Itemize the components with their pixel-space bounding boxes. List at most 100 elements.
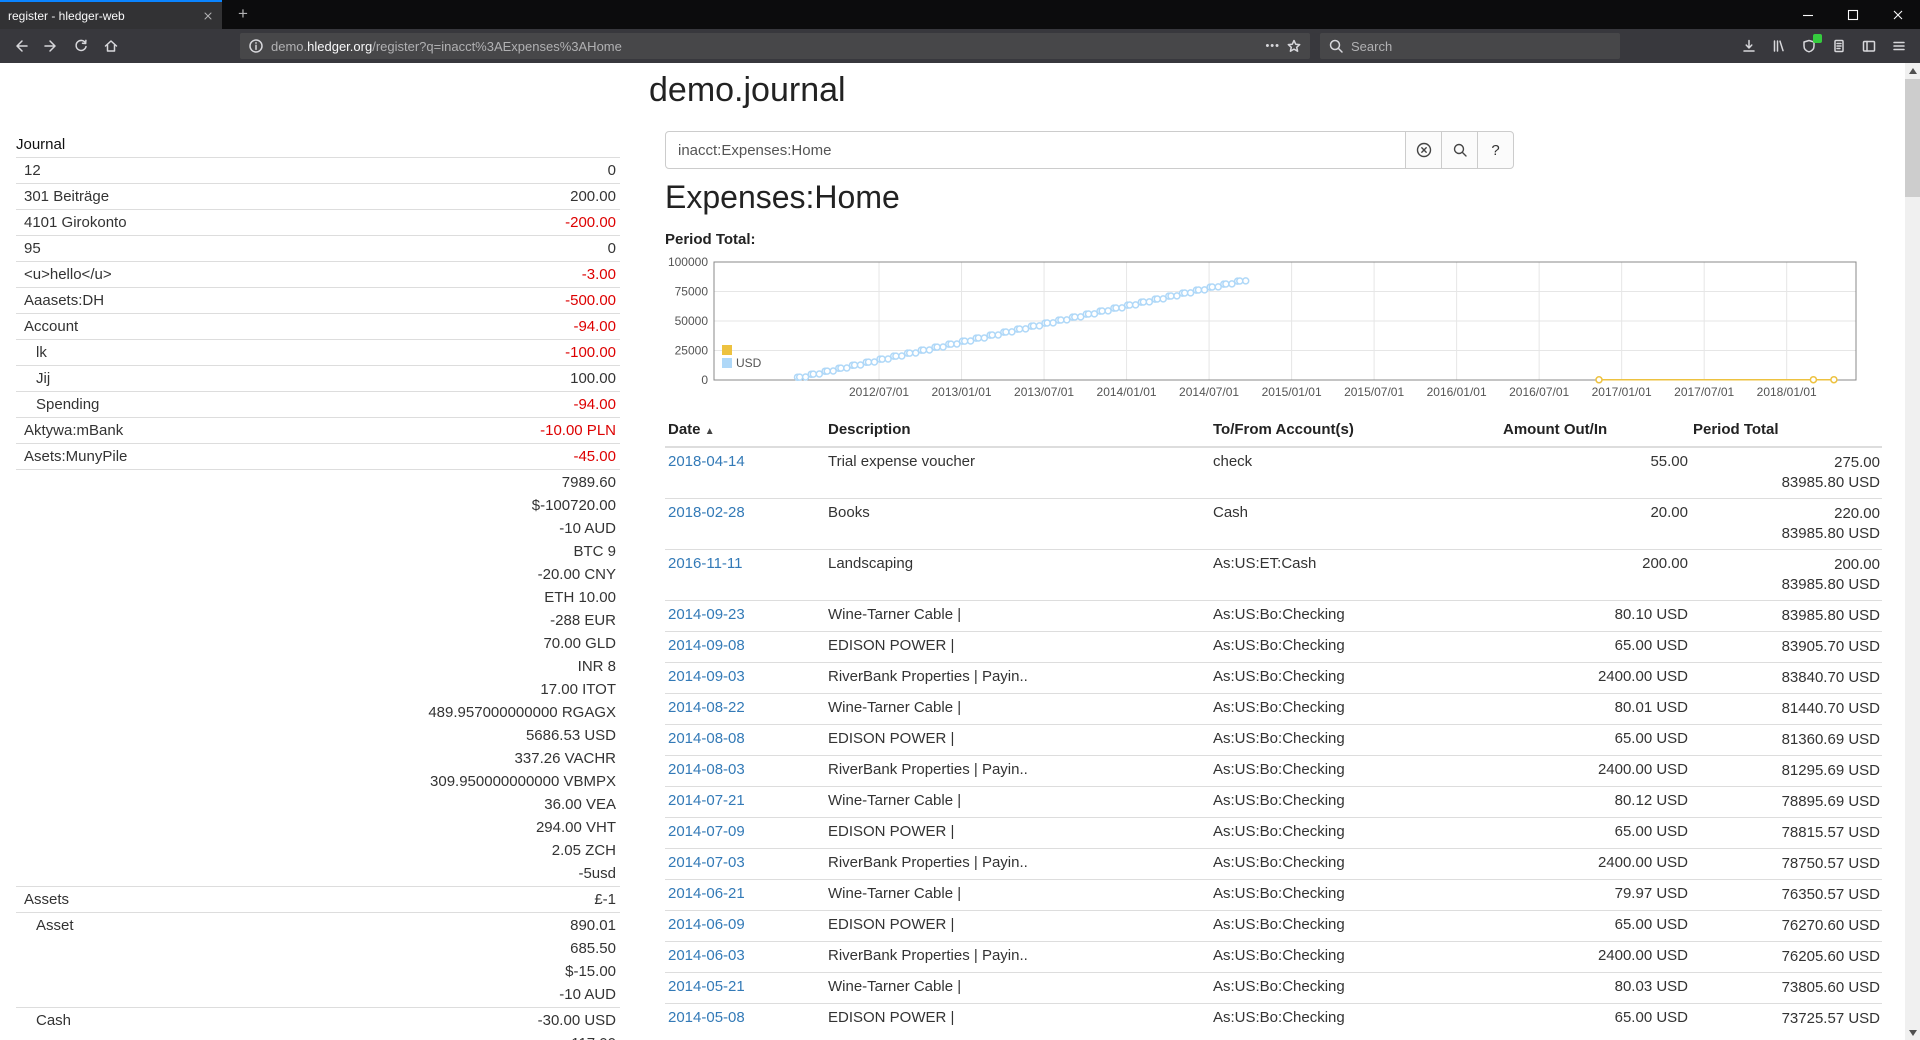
url-bar[interactable]: demo.hledger.org/register?q=inacct%3AExp…	[240, 33, 1310, 59]
download-icon	[1741, 38, 1757, 54]
forward-button[interactable]	[36, 32, 66, 60]
sidebar-account-link[interactable]: Asset	[36, 914, 74, 937]
page-actions-icon[interactable]: •••	[1265, 40, 1280, 52]
sidebar-account-link[interactable]: 301 Beiträge	[24, 185, 109, 208]
extension-button[interactable]	[1794, 32, 1824, 60]
transaction-period-total: 220.0083985.80 USD	[1690, 499, 1882, 550]
sidebar-icon	[1861, 38, 1877, 54]
col-header-account[interactable]: To/From Account(s)	[1210, 415, 1500, 447]
account-balance: 200.00	[570, 185, 616, 208]
account-balance: -94.00	[573, 315, 616, 338]
svg-text:USD: USD	[736, 356, 762, 370]
sidebar-journal-link[interactable]: Journal	[16, 136, 620, 157]
search-input[interactable]	[665, 131, 1406, 169]
sidebar-account-link[interactable]: 12	[24, 159, 41, 182]
scrollbar-down-arrow[interactable]	[1905, 1025, 1920, 1040]
col-header-date[interactable]: Date ▲	[665, 415, 825, 447]
transaction-date-link[interactable]: 2014-09-23	[668, 606, 745, 623]
menu-button[interactable]	[1884, 32, 1914, 60]
transaction-date-link[interactable]: 2014-06-03	[668, 947, 745, 964]
clear-search-button[interactable]	[1405, 131, 1442, 169]
transaction-date-link[interactable]: 2018-02-28	[668, 504, 745, 521]
transaction-date-link[interactable]: 2016-11-11	[668, 555, 743, 572]
scrollbar-up-arrow[interactable]	[1905, 63, 1920, 78]
col-header-amount[interactable]: Amount Out/In	[1500, 415, 1690, 447]
new-tab-button[interactable]: +	[228, 0, 258, 29]
transaction-date-link[interactable]: 2014-08-22	[668, 699, 745, 716]
bookmark-star-icon[interactable]	[1286, 38, 1302, 54]
transaction-period-total: 81295.69 USD	[1690, 756, 1882, 787]
transaction-amount: 79.97 USD	[1500, 880, 1690, 911]
home-button[interactable]	[96, 32, 126, 60]
help-button[interactable]: ?	[1477, 131, 1514, 169]
transaction-amount: 55.00	[1500, 447, 1690, 499]
account-balance: $-100720.00	[428, 494, 616, 517]
transaction-date-link[interactable]: 2014-07-21	[668, 792, 745, 809]
col-header-period-total[interactable]: Period Total	[1690, 415, 1882, 447]
download-button[interactable]	[1734, 32, 1764, 60]
svg-text:100000: 100000	[668, 255, 708, 269]
sidebar-toggle-button[interactable]	[1854, 32, 1884, 60]
account-balance: ETH 10.00	[428, 586, 616, 609]
account-row: Aaasets:DH -500.00	[16, 287, 620, 313]
window-close-button[interactable]	[1875, 0, 1920, 29]
transaction-date-link[interactable]: 2014-07-09	[668, 823, 745, 840]
sidebar-account-link[interactable]: Assets	[24, 888, 69, 911]
transaction-description: Landscaping	[825, 550, 1210, 601]
transaction-period-total: 200.0083985.80 USD	[1690, 550, 1882, 601]
transaction-account: As:US:Bo:Checking	[1210, 942, 1500, 973]
account-balances: -94.00	[573, 393, 620, 416]
transaction-date-link[interactable]: 2014-09-08	[668, 637, 745, 654]
sidebar-account-link[interactable]: Jij	[36, 367, 50, 390]
transaction-description: RiverBank Properties | Payin..	[825, 663, 1210, 694]
search-button[interactable]	[1441, 131, 1478, 169]
sidebar-account-link[interactable]: 95	[24, 237, 41, 260]
account-balance: 2.05 ZCH	[428, 839, 616, 862]
browser-search-input[interactable]	[1351, 39, 1591, 54]
scrollbar-thumb[interactable]	[1905, 79, 1920, 197]
sidebar-account-link[interactable]: Account	[24, 315, 78, 338]
svg-text:75000: 75000	[675, 285, 709, 299]
transaction-date-link[interactable]: 2014-08-03	[668, 761, 745, 778]
browser-search-box[interactable]	[1320, 33, 1620, 59]
back-button[interactable]	[6, 32, 36, 60]
account-row: <u>hello</u> -3.00	[16, 261, 620, 287]
transaction-date-link[interactable]: 2014-05-21	[668, 978, 745, 995]
transaction-account: As:US:Bo:Checking	[1210, 818, 1500, 849]
sidebar-account-link[interactable]: Cash	[36, 1009, 71, 1032]
sidebar-account-link[interactable]: Aktywa:mBank	[24, 419, 123, 442]
register-row: 2014-07-03 RiverBank Properties | Payin.…	[665, 849, 1882, 880]
browser-tab[interactable]: register - hledger-web	[0, 0, 222, 29]
sidebar-account-link[interactable]: Asets:MunyPile	[24, 445, 127, 468]
library-button[interactable]	[1764, 32, 1794, 60]
tab-close-icon[interactable]	[202, 10, 214, 22]
reader-mode-button[interactable]	[1824, 32, 1854, 60]
account-balance: -94.00	[573, 393, 616, 416]
transaction-amount: 2400.00 USD	[1500, 756, 1690, 787]
account-balance: 70.00 GLD	[428, 632, 616, 655]
transaction-period-total: 73725.57 USD	[1690, 1004, 1882, 1035]
transaction-date-link[interactable]: 2018-04-14	[668, 453, 745, 470]
window-minimize-button[interactable]	[1785, 0, 1830, 29]
sidebar-account-link[interactable]: Spending	[36, 393, 99, 416]
transaction-date-link[interactable]: 2014-08-08	[668, 730, 745, 747]
reload-button[interactable]	[66, 32, 96, 60]
site-info-icon[interactable]	[248, 38, 264, 54]
sidebar-account-link[interactable]: <u>hello</u>	[24, 263, 112, 286]
sidebar-account-link[interactable]: 4101 Girokonto	[24, 211, 127, 234]
account-balance: INR 8	[428, 655, 616, 678]
transaction-date-link[interactable]: 2014-05-08	[668, 1009, 745, 1026]
account-balance: -117.00	[538, 1032, 616, 1040]
page-scrollbar[interactable]	[1905, 63, 1920, 1040]
transaction-amount: 20.00	[1500, 499, 1690, 550]
transaction-date-link[interactable]: 2014-06-09	[668, 916, 745, 933]
transaction-date-link[interactable]: 2014-09-03	[668, 668, 745, 685]
sidebar-account-link[interactable]: Aaasets:DH	[24, 289, 104, 312]
transaction-date-link[interactable]: 2014-07-03	[668, 854, 745, 871]
account-balance: -30.00 USD	[538, 1009, 616, 1032]
col-header-description[interactable]: Description	[825, 415, 1210, 447]
window-maximize-button[interactable]	[1830, 0, 1875, 29]
transaction-date-link[interactable]: 2014-06-21	[668, 885, 745, 902]
register-header-row: Date ▲ Description To/From Account(s) Am…	[665, 415, 1882, 447]
sidebar-account-link[interactable]: lk	[36, 341, 47, 364]
